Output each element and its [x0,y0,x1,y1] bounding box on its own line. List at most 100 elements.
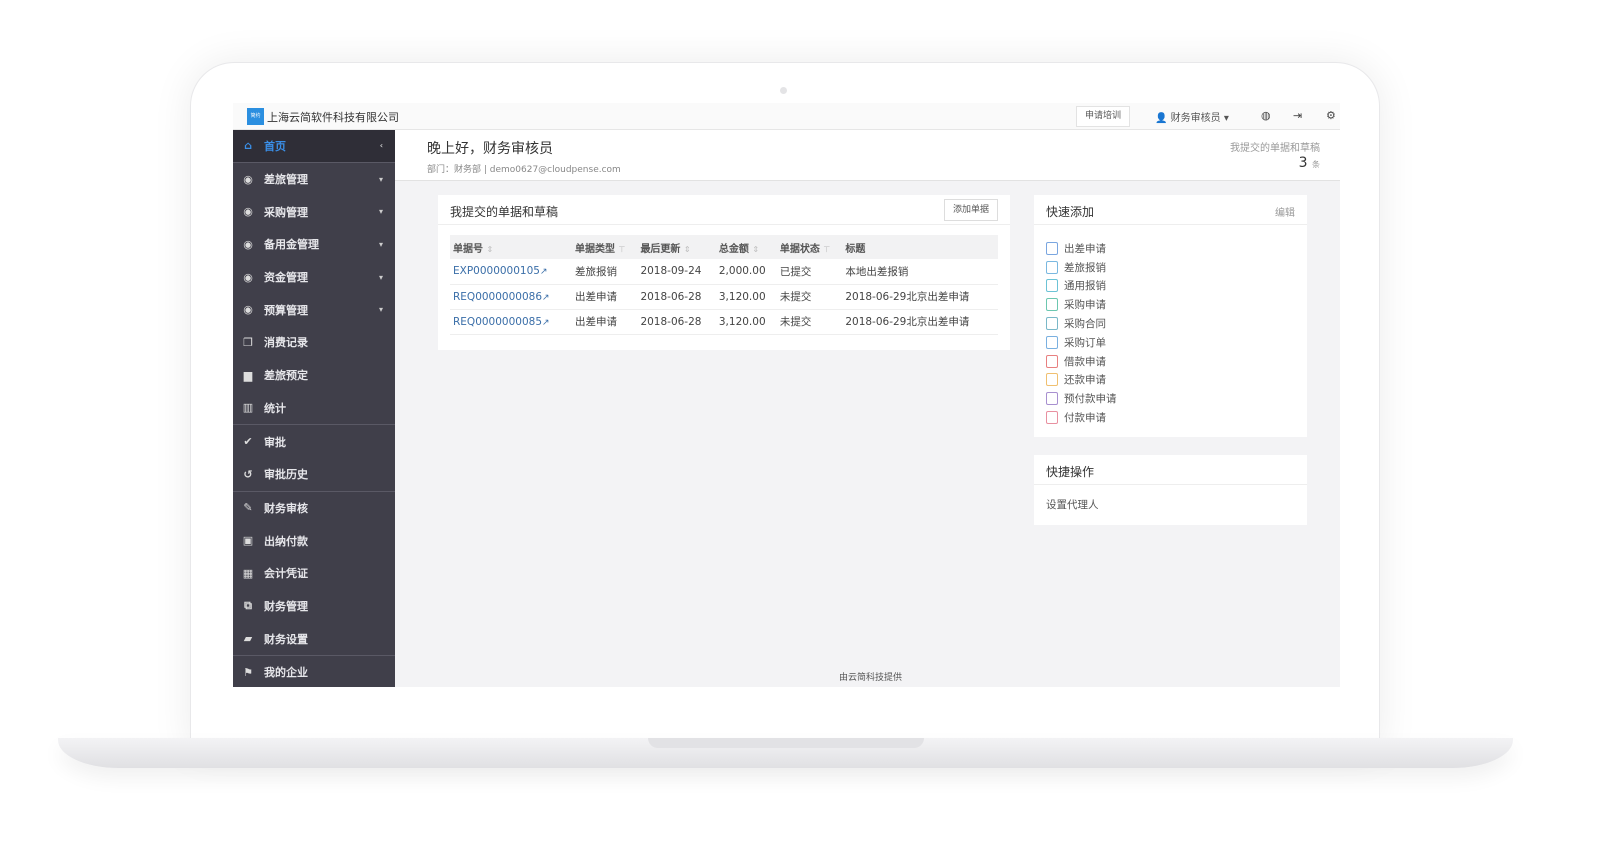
column-header[interactable]: 总金额 ⇕ [715,235,777,259]
sidebar-item[interactable]: ▆ 差旅预定 [233,359,395,392]
laptop-notch [648,738,924,748]
table-cell: 3,120.00 [715,284,777,310]
quick-add-item[interactable]: 采购订单 [1046,333,1295,352]
user-icon: 👤 [1155,113,1168,124]
sidebar-item[interactable]: ⌂ 首页 ‹ [233,130,395,163]
document-link[interactable]: REQ0000000086 [453,291,542,303]
quick-add-item[interactable]: 付款申请 [1046,408,1295,427]
cell-text: 未提交 [779,291,812,303]
external-link-icon[interactable]: ↗ [542,318,550,328]
caret-down-icon[interactable]: ▾ [379,273,383,282]
sidebar-item[interactable]: ↺ 审批历史 [233,458,395,491]
money-icon: ▣ [242,534,254,548]
table-cell: 2018-09-24 [637,259,716,285]
copy-icon: ⧉ [244,598,252,612]
column-header[interactable]: 单据类型 ⊤ [571,235,638,259]
caret-down-icon[interactable]: ▾ [379,305,383,314]
bar-chart-icon: ▥ [242,401,254,415]
sidebar-item[interactable]: ✔ 审批 [233,425,395,458]
set-delegate-link[interactable]: 设置代理人 [1034,485,1307,524]
gear-icon[interactable]: ⚙ [1326,109,1336,122]
column-header[interactable]: 单据号 ⇕ [450,235,572,259]
department-info: 部门：财务部 | demo0627@cloudpense.com [427,165,621,175]
table-cell: 未提交 [776,284,843,310]
column-header[interactable]: 最后更新 ⇕ [637,235,716,259]
quick-add-label: 采购申请 [1064,299,1106,312]
sidebar-item[interactable]: ◉ 预算管理 ▾ [233,293,395,326]
sort-icon[interactable]: ⇕ [486,245,493,254]
travel-icon: ◉ [243,172,253,186]
sidebar-item[interactable]: ❐ 消费记录 [233,326,395,359]
sidebar-item[interactable]: ◉ 差旅管理 ▾ [233,163,395,196]
quick-add-item[interactable]: 预付款申请 [1046,389,1295,408]
column-header[interactable]: 标题 [842,235,998,259]
table-cell[interactable]: EXP0000000105↗ [450,259,572,285]
sidebar-item[interactable]: ◉ 备用金管理 ▾ [233,228,395,261]
page-header: 晚上好，财务审核员 部门：财务部 | demo0627@cloudpense.c… [395,130,1340,181]
quick-add-item[interactable]: 差旅报销 [1046,258,1295,277]
table-row[interactable]: REQ0000000086↗ 出差申请 2018-06-28 3,120.00 未提交 2… [450,284,998,310]
sidebar-item-label: 财务管理 [264,599,308,613]
table-cell: 差旅报销 [571,259,638,285]
collapse-icon[interactable]: ‹ [380,141,383,150]
filter-icon[interactable]: ⊤ [618,245,625,254]
quick-add-label: 采购订单 [1064,336,1106,349]
caret-down-icon[interactable]: ▾ [379,175,383,184]
quick-add-item[interactable]: 出差申请 [1046,239,1295,258]
table-cell: 2018-06-28 [637,309,716,335]
quick-add-item[interactable]: 通用报销 [1046,277,1295,296]
quick-add-list: 出差申请 差旅报销 通用报销采购申请采购合同采购订单借款申请 还款申请预付款申请付款申… [1034,225,1307,441]
quick-add-item[interactable]: 采购合同 [1046,314,1295,333]
briefcase-icon: ▆ [243,368,253,382]
table-row[interactable]: REQ0000000085↗ 出差申请 2018-06-28 3,120.00 未提交 2… [450,309,998,335]
cell-text: 2018-06-28 [640,315,702,328]
add-document-button[interactable]: 添加单据 [944,199,998,221]
sidebar-item-label: 预算管理 [264,303,308,317]
document-type-icon [1046,298,1058,312]
caret-down-icon[interactable]: ▾ [379,240,383,249]
caret-down-icon[interactable]: ▾ [379,207,383,216]
quick-add-item[interactable]: 借款申请 [1046,352,1295,371]
sidebar-item-label: 采购管理 [264,205,308,219]
document-type-icon [1046,354,1058,368]
home-icon: ⌂ [244,139,252,153]
company-logo: 简约 [247,108,264,125]
edit-link[interactable]: 编辑 [1275,204,1295,219]
cell-text: 本地出差报销 [845,265,909,278]
user-menu[interactable]: 👤 财务审核员 ▾ [1155,109,1229,124]
logout-icon[interactable]: ⇥ [1293,109,1302,122]
sidebar-item[interactable]: ◉ 采购管理 ▾ [233,195,395,228]
history-icon: ↺ [243,467,253,481]
sidebar-item[interactable]: ▦ 会计凭证 [233,557,395,590]
summary-count[interactable]: 3 条 [1299,155,1320,171]
sidebar-item[interactable]: ⚑ 我的企业 [233,656,395,687]
table-cell[interactable]: REQ0000000085↗ [450,309,572,335]
sidebar-item[interactable]: ◉ 资金管理 ▾ [233,261,395,294]
external-link-icon[interactable]: ↗ [542,293,550,303]
sidebar-item[interactable]: ▣ 出纳付款 [233,524,395,557]
globe-icon[interactable]: ◍ [1261,109,1271,122]
sort-icon[interactable]: ⇕ [684,245,691,254]
document-link[interactable]: EXP0000000105 [453,265,540,277]
quick-add-item[interactable]: 还款申请 [1046,371,1295,390]
external-link-icon[interactable]: ↗ [540,267,548,277]
document-type-icon [1046,279,1058,293]
sidebar-item[interactable]: ⧉ 财务管理 [233,590,395,623]
cell-text: 出差申请 [574,291,617,303]
table-row[interactable]: EXP0000000105↗ 差旅报销 2018-09-24 2,000.00 已提交本… [450,259,998,285]
sidebar-item[interactable]: ▥ 统计 [233,392,395,425]
sort-icon[interactable]: ⇕ [752,245,759,254]
quick-ops-title: 快捷操作 [1046,465,1095,479]
document-link[interactable]: REQ0000000085 [453,316,542,328]
petty-cash-icon: ◉ [243,237,253,251]
quick-add-item[interactable]: 采购申请 [1046,295,1295,314]
training-button[interactable]: 申请培训 [1076,106,1130,127]
sidebar-item-label: 统计 [264,401,286,415]
sidebar-item[interactable]: ✎ 财务审核 [233,492,395,525]
sidebar-item[interactable]: ▰ 财务设置 [233,622,395,655]
quick-add-label: 预付款申请 [1064,393,1117,406]
table-cell[interactable]: REQ0000000086↗ [450,284,572,310]
filter-icon[interactable]: ⊤ [823,245,830,254]
edit-icon: ✎ [243,501,253,515]
column-header[interactable]: 单据状态 ⊤ [776,235,843,259]
